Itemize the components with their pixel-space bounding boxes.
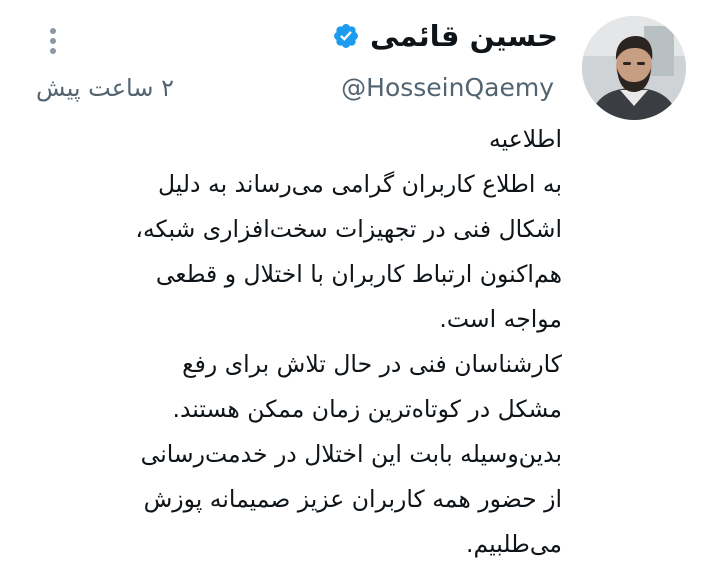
more-vertical-icon — [50, 48, 56, 54]
avatar[interactable] — [582, 16, 686, 120]
tweet-body-line: از حضور همه کاربران عزیز صمیمانه پوزش — [143, 485, 562, 513]
verified-badge-icon — [332, 22, 360, 50]
more-options-button[interactable] — [40, 24, 66, 58]
tweet-body-line: هم‌اکنون ارتباط کاربران با اختلال و قطعی — [155, 260, 562, 288]
tweet-body-line: بدین‌وسیله بابت این اختلال در خدمت‌رسانی — [140, 440, 562, 468]
tweet-body-line: می‌طلبیم. — [466, 530, 562, 558]
tweet-body-line: مشکل در کوتاه‌ترین زمان ممکن هستند. — [172, 395, 562, 423]
author-display-name[interactable]: حسین قائمی — [370, 16, 558, 56]
author-name-row: حسین قائمی — [332, 16, 558, 56]
tweet-timestamp[interactable]: ۲ ساعت پیش — [36, 71, 174, 105]
tweet-body-line: اطلاعیه — [489, 125, 562, 153]
tweet-body-line: اشکال فنی در تجهیزات سخت‌افزاری شبکه، — [135, 215, 562, 243]
more-vertical-icon — [50, 28, 56, 34]
author-handle[interactable]: @HosseinQaemy — [341, 71, 554, 105]
more-vertical-icon — [50, 38, 56, 44]
tweet-body-line: کارشناسان فنی در حال تلاش برای رفع — [182, 350, 562, 378]
avatar-photo — [582, 16, 686, 120]
tweet-body: اطلاعیه به اطلاع کاربران گرامی می‌رساند … — [42, 117, 562, 567]
tweet-card: حسین قائمی @HosseinQaemy ۲ ساعت پیش اطلا… — [0, 0, 720, 576]
tweet-body-line: به اطلاع کاربران گرامی می‌رساند به دلیل — [158, 170, 562, 198]
tweet-body-line: مواجه است. — [439, 305, 562, 333]
